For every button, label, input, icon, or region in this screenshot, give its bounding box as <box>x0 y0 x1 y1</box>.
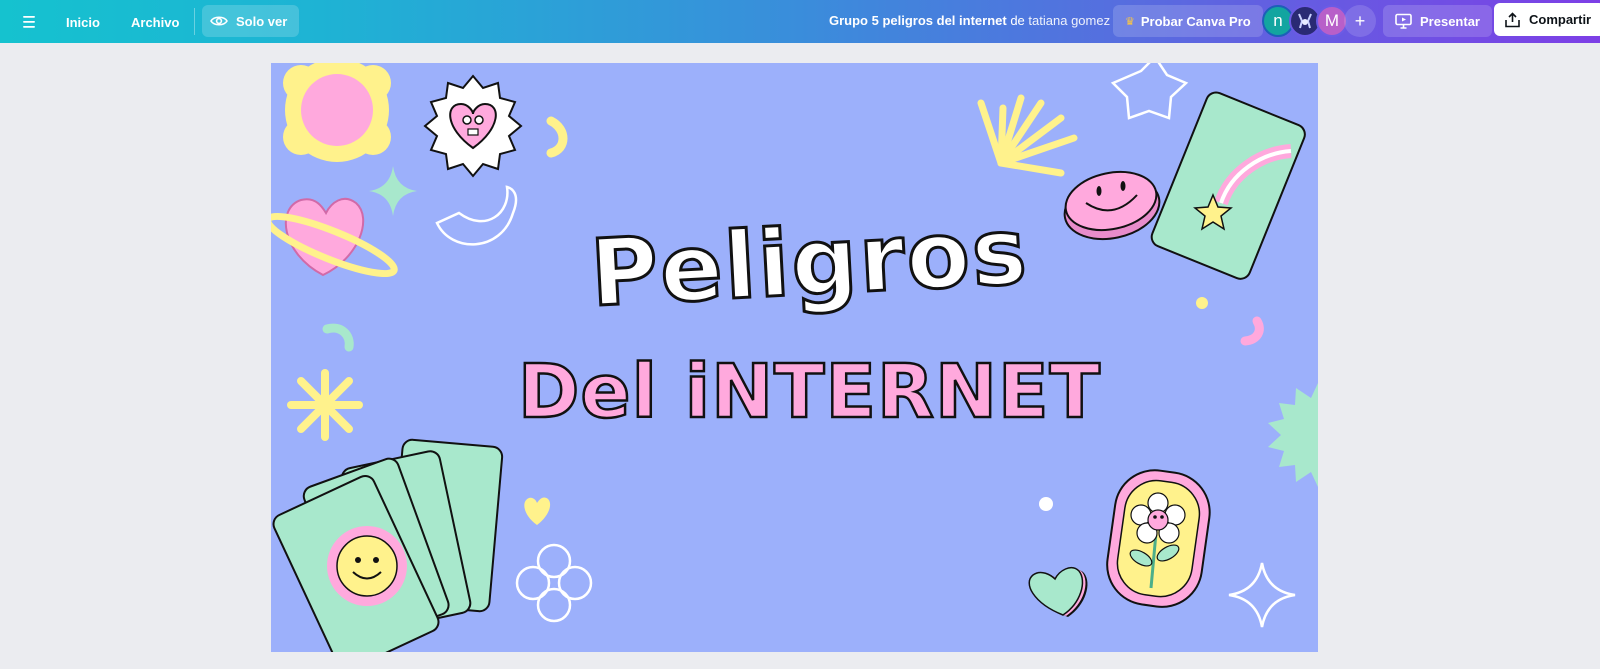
presentation-slide[interactable]: Peligros Del iNTERNET <box>271 63 1318 652</box>
slide-subtitle: Del iNTERNET <box>517 348 1102 437</box>
white-clover-outline <box>515 543 593 623</box>
document-title[interactable]: Grupo 5 peligros del internet de tatiana… <box>829 13 1110 28</box>
try-canva-pro-label: Probar Canva Pro <box>1140 13 1251 29</box>
share-upload-icon <box>1505 11 1520 27</box>
eye-icon <box>210 16 228 26</box>
yellow-crescent-shape <box>546 116 568 158</box>
yellow-dot <box>1196 297 1208 309</box>
document-by: de <box>1010 13 1025 28</box>
top-toolbar: Inicio Archivo Solo ver Grupo 5 peligros… <box>0 0 1600 43</box>
avatar-character-icon <box>1294 10 1316 32</box>
crown-icon: ♛ <box>1125 15 1135 28</box>
presentation-icon <box>1395 13 1412 29</box>
share-button[interactable]: Compartir <box>1494 3 1600 36</box>
view-mode-button[interactable]: Solo ver <box>202 5 300 37</box>
document-name: Grupo 5 peligros del internet <box>829 13 1007 28</box>
pink-crescent-shape <box>1240 316 1264 346</box>
present-label: Presentar <box>1420 13 1480 29</box>
main-menu-button[interactable] <box>14 6 44 38</box>
file-menu-button[interactable]: Archivo <box>123 6 187 38</box>
white-star-outline <box>1110 63 1189 120</box>
home-button[interactable]: Inicio <box>58 6 108 38</box>
white-sparkle-outline <box>1228 562 1296 628</box>
heart-badge-sticker <box>423 74 523 178</box>
smiley-cards-sticker <box>272 438 504 652</box>
white-dot <box>1039 497 1053 511</box>
view-mode-label: Solo ver <box>236 13 288 29</box>
yellow-small-heart <box>524 497 551 525</box>
yellow-sunburst-rays <box>977 94 1078 177</box>
try-canva-pro-button[interactable]: ♛ Probar Canva Pro <box>1113 5 1263 37</box>
sun-flower-sticker <box>283 63 391 162</box>
add-collaborator-button[interactable]: + <box>1344 5 1376 37</box>
mint-sparkle-shape <box>369 166 417 216</box>
document-author: tatiana gomez <box>1028 13 1111 28</box>
share-label: Compartir <box>1529 12 1592 27</box>
mint-3d-heart-sticker <box>1028 567 1088 617</box>
flower-card-sticker <box>1106 469 1211 608</box>
present-button[interactable]: Presentar <box>1383 5 1492 37</box>
toolbar-divider <box>194 8 195 35</box>
hamburger-menu-icon <box>23 16 35 28</box>
